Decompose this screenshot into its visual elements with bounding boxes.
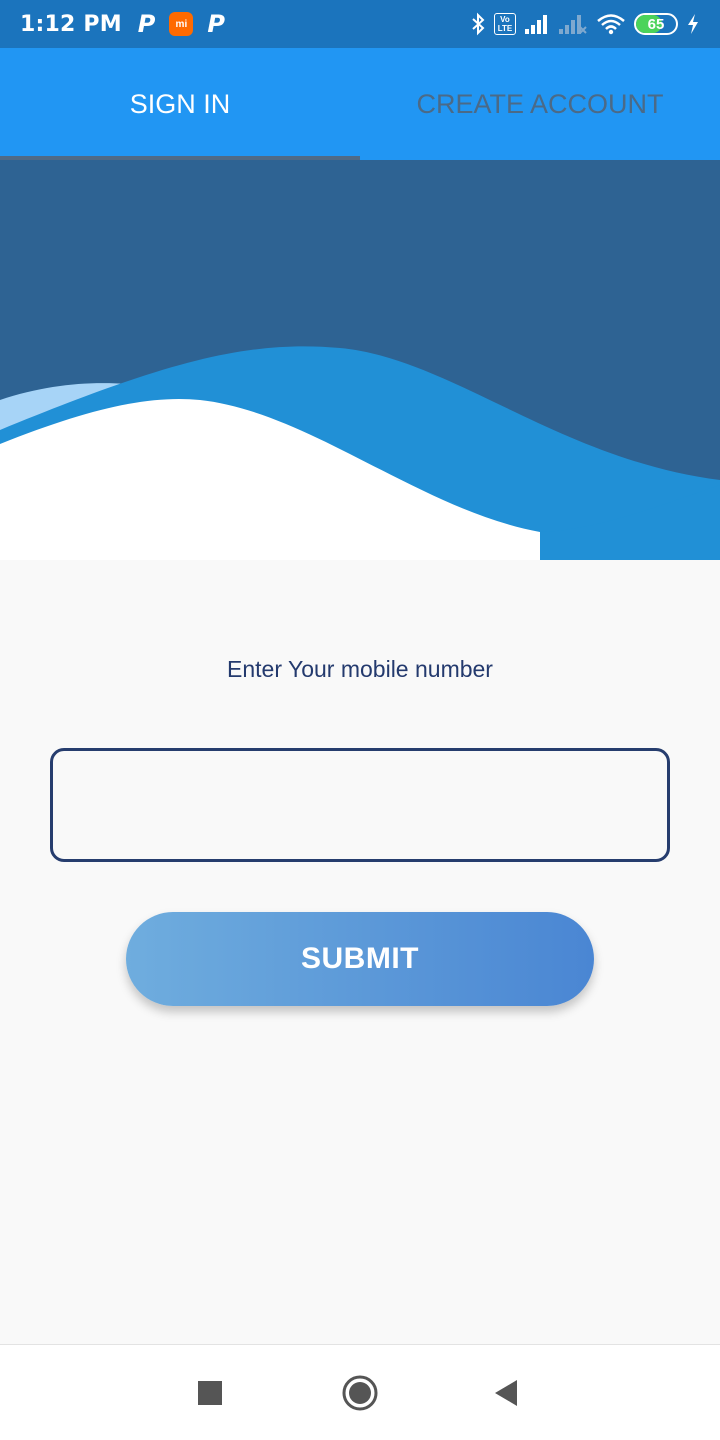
tab-create-account[interactable]: CREATE ACCOUNT [360,48,720,160]
battery-icon: 65 [634,13,678,35]
home-button[interactable] [320,1345,400,1440]
tab-sign-in-label: SIGN IN [129,88,231,119]
mi-icon: mi [169,12,194,36]
signal-icon [525,15,547,34]
charging-icon [688,14,698,34]
p-app-icon: P [137,10,156,38]
hero-wave-banner [0,160,720,560]
system-icons: Vo LTE 65 [470,12,700,36]
tab-sign-in[interactable]: SIGN IN [0,48,360,160]
status-time: 1:12 PM [20,11,122,37]
mobile-number-input[interactable] [50,748,670,862]
recents-square-icon [198,1381,222,1405]
tab-create-account-label: CREATE ACCOUNT [416,88,664,119]
bluetooth-icon [472,12,485,36]
volte-icon: Vo LTE [494,13,516,35]
notification-icons: P mi P [138,12,225,36]
tab-bar: SIGN IN CREATE ACCOUNT [0,48,720,160]
wave-illustration [0,160,720,560]
submit-button[interactable]: SUBMIT [126,912,594,1006]
wifi-icon [597,14,625,35]
recents-button[interactable] [170,1345,250,1440]
mobile-number-prompt: Enter Your mobile number [227,656,493,682]
status-bar: 1:12 PM P mi P Vo LTE 65 [0,0,720,48]
p-app-icon: P [207,10,225,38]
home-circle-icon [342,1375,378,1411]
battery-level: 65 [647,15,665,33]
signal-no-service-icon [559,15,587,34]
back-triangle-icon [495,1380,517,1406]
navigation-bar [0,1344,720,1440]
back-button[interactable] [466,1345,546,1440]
